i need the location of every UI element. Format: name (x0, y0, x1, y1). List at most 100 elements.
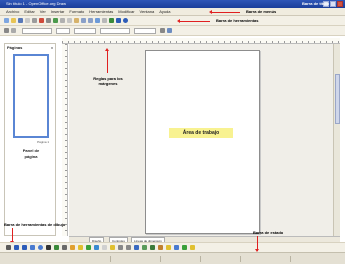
callout-arrow-rulers (107, 51, 108, 73)
toggle-3d-icon[interactable] (190, 245, 195, 250)
copy-icon[interactable] (67, 18, 72, 23)
line-width-field[interactable] (56, 28, 70, 34)
callout-title-bar: Barra de título (302, 1, 330, 6)
pages-panel-title: Páginas (7, 45, 23, 50)
menu-item-formato[interactable]: Formato (69, 9, 84, 14)
print-icon[interactable] (46, 18, 51, 23)
new-icon[interactable] (4, 18, 9, 23)
points-icon[interactable] (118, 245, 123, 250)
redo-icon[interactable] (88, 18, 93, 23)
pages-panel: Páginas x Página 1 Panel de página (4, 43, 56, 236)
callout-arrow-drawbar (12, 228, 13, 242)
callout-menu-bar: Barra de menús (246, 9, 277, 14)
page-thumbnail-label: Página 1 (37, 140, 49, 144)
standard-toolbar (0, 16, 345, 26)
position-icon[interactable] (167, 28, 172, 33)
maximize-button[interactable] (330, 1, 336, 7)
vertical-ruler[interactable] (62, 44, 68, 236)
callout-toolbar: Barra de herramientas (216, 18, 259, 23)
area-style-select[interactable] (100, 28, 130, 34)
menu-item-ayuda[interactable]: Ayuda (159, 9, 170, 14)
status-cell-page (240, 256, 241, 262)
callout-pages-panel: Panel de página (5, 148, 57, 160)
vertical-scrollbar[interactable] (333, 44, 340, 236)
help-icon[interactable] (123, 18, 128, 23)
flowchart-icon[interactable] (94, 245, 99, 250)
menu-item-ver[interactable]: Ver (40, 9, 46, 14)
save-icon[interactable] (18, 18, 23, 23)
cut-icon[interactable] (60, 18, 65, 23)
spellcheck-icon[interactable] (53, 18, 58, 23)
drawing-page[interactable] (145, 50, 260, 234)
callout-arrow-toolbar (180, 21, 210, 22)
menu-item-editar[interactable]: Editar (24, 9, 34, 14)
basic-shapes-icon[interactable] (70, 245, 75, 250)
status-cell-zoom (200, 256, 201, 262)
status-cell-position (110, 256, 111, 262)
callout-arrowhead-menu (209, 10, 212, 14)
close-icon[interactable]: x (51, 45, 53, 50)
shadow-icon[interactable] (160, 28, 165, 33)
callout-arrowhead-toolbar (177, 19, 180, 23)
status-cell-style (290, 256, 291, 262)
glue-points-icon[interactable] (126, 245, 131, 250)
connector-icon[interactable] (62, 245, 67, 250)
gallery-icon[interactable] (116, 18, 121, 23)
line-color-select[interactable] (74, 28, 96, 34)
block-arrows-icon[interactable] (86, 245, 91, 250)
ellipse-icon[interactable] (38, 245, 43, 250)
callout-arrow-menu (212, 12, 240, 13)
menu-item-archivo[interactable]: Archivo (6, 9, 19, 14)
symbol-shapes-icon[interactable] (78, 245, 83, 250)
menu-item-modificar[interactable]: Modificar (118, 9, 134, 14)
menu-item-ventana[interactable]: Ventana (140, 9, 155, 14)
stars-icon[interactable] (110, 245, 115, 250)
line-fill-toolbar (0, 26, 345, 36)
arrange-icon[interactable] (174, 245, 179, 250)
select-icon[interactable] (6, 245, 11, 250)
table-icon[interactable] (102, 18, 107, 23)
callout-pages-panel-line2: página (24, 154, 38, 159)
area-color-select[interactable] (134, 28, 156, 34)
arrow-line-icon[interactable] (22, 245, 27, 250)
edit-icon[interactable] (32, 18, 37, 23)
pdf-icon[interactable] (39, 18, 44, 23)
callout-status-bar: Barra de estado (253, 230, 284, 235)
arrow-style-icon[interactable] (4, 28, 9, 33)
navigator-icon[interactable] (109, 18, 114, 23)
menu-bar: Archivo Editar Ver Insertar Formato Herr… (0, 8, 345, 16)
line-style-icon[interactable] (11, 28, 16, 33)
from-file-icon[interactable] (142, 245, 147, 250)
paste-icon[interactable] (74, 18, 79, 23)
fontwork-icon[interactable] (134, 245, 139, 250)
callout-workspace: Área de trabajo (169, 128, 233, 138)
open-icon[interactable] (11, 18, 16, 23)
curve-icon[interactable] (54, 245, 59, 250)
status-bar (0, 252, 345, 264)
rectangle-icon[interactable] (30, 245, 35, 250)
chart-icon[interactable] (95, 18, 100, 23)
callout-arrowhead-rulers (105, 48, 109, 51)
text-icon[interactable] (46, 245, 51, 250)
drawing-toolbar (0, 242, 345, 252)
callout-rulers: Reglas para los márgenes (88, 76, 128, 86)
rotate-icon[interactable] (158, 245, 163, 250)
line-style-select[interactable] (22, 28, 52, 34)
undo-icon[interactable] (81, 18, 86, 23)
close-button[interactable] (337, 1, 343, 7)
menu-item-herramientas[interactable]: Herramientas (89, 9, 113, 14)
callout-drawing-toolbar: Barra de herramientas de dibujo (4, 222, 66, 227)
callout-rulers-line2: márgenes (98, 81, 118, 86)
callouts-icon[interactable] (102, 245, 107, 250)
title-bar: Sin título 1 - OpenOffice.org Draw (0, 0, 345, 8)
page-thumbnail[interactable] (13, 54, 49, 138)
window-title: Sin título 1 - OpenOffice.org Draw (6, 1, 66, 6)
scrollbar-thumb[interactable] (335, 74, 340, 124)
line-icon[interactable] (14, 245, 19, 250)
email-icon[interactable] (25, 18, 30, 23)
align-icon[interactable] (166, 245, 171, 250)
menu-item-insertar[interactable]: Insertar (51, 9, 65, 14)
gallery-icon[interactable] (150, 245, 155, 250)
status-cell-size (160, 256, 161, 262)
extrusion-icon[interactable] (182, 245, 187, 250)
